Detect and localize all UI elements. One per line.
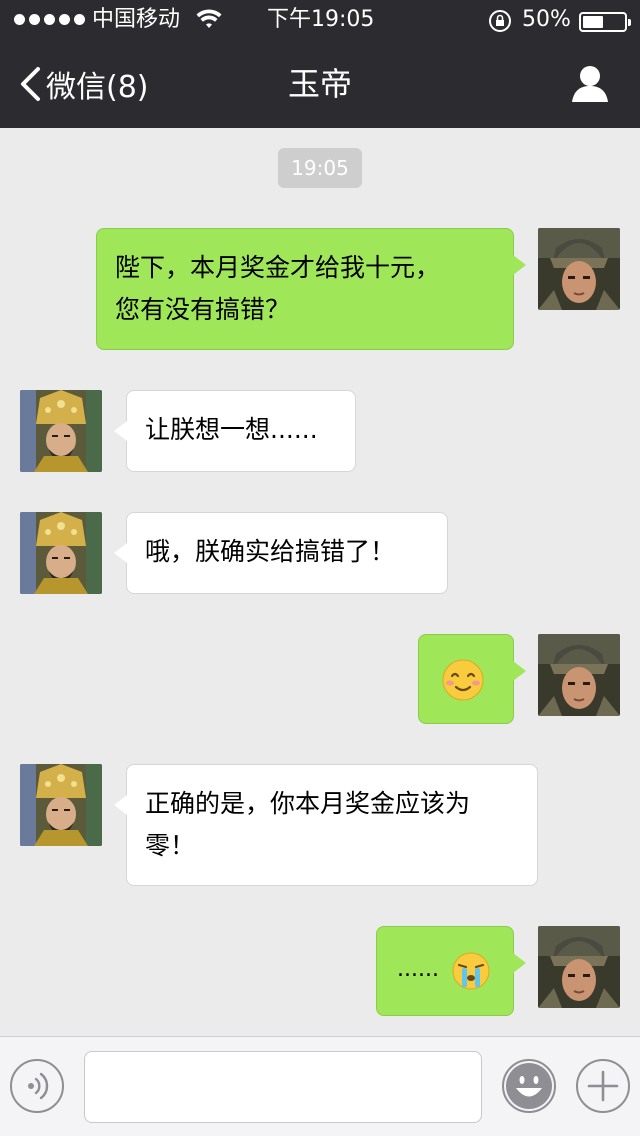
- profile-icon: [572, 66, 608, 102]
- avatar-me[interactable]: [538, 926, 620, 1008]
- message-bubble-incoming[interactable]: 哦，朕确实给搞错了！: [114, 512, 448, 594]
- message-text: 哦，朕确实给搞错了！: [145, 537, 396, 566]
- plus-icon: [587, 1070, 619, 1102]
- header: 中国移动 下午19:05 50% 微信(8) 玉帝: [0, 0, 640, 128]
- message-input[interactable]: [84, 1051, 482, 1123]
- avatar-me[interactable]: [538, 228, 620, 310]
- input-bar: [0, 1036, 640, 1136]
- more-button[interactable]: [576, 1059, 630, 1113]
- avatar-jade-emperor[interactable]: [20, 390, 102, 472]
- profile-button[interactable]: [570, 64, 610, 104]
- signal-strength-icon: [14, 14, 85, 25]
- crying-emoji: [452, 952, 490, 990]
- rotation-lock-icon: [488, 9, 512, 43]
- avatar-me[interactable]: [538, 634, 620, 716]
- message-text: 陛下，本月奖金才给我十元，: [115, 253, 441, 282]
- message-text: 零！: [145, 831, 196, 860]
- voice-icon: [28, 1072, 49, 1100]
- message-bubble-outgoing[interactable]: [418, 634, 526, 724]
- battery-percent: 50%: [522, 7, 571, 32]
- message-bubble-outgoing[interactable]: ......: [376, 926, 526, 1016]
- avatar-jade-emperor[interactable]: [20, 764, 102, 846]
- chat-title: 玉帝: [287, 65, 352, 103]
- voice-button[interactable]: [10, 1059, 64, 1113]
- battery-icon: [579, 12, 631, 32]
- emoji-button[interactable]: [502, 1059, 556, 1113]
- status-time: 下午19:05: [267, 7, 375, 32]
- emoji-icon: [506, 1063, 552, 1109]
- chat-timestamp: 19:05: [278, 148, 362, 188]
- message-bubble-incoming[interactable]: 让朕想一想......: [114, 390, 356, 472]
- message-text: 您有没有搞错？: [115, 295, 291, 324]
- message-text: 正确的是，你本月奖金应该为: [145, 789, 471, 818]
- smile-emoji: [442, 659, 484, 701]
- message-bubble-incoming[interactable]: 正确的是，你本月奖金应该为 零！: [114, 764, 538, 886]
- carrier-label: 中国移动: [92, 7, 181, 32]
- avatar-jade-emperor[interactable]: [20, 512, 102, 594]
- wifi-icon: [196, 8, 222, 40]
- message-text: ......: [397, 957, 439, 982]
- message-text: 让朕想一想......: [145, 415, 318, 444]
- message-bubble-outgoing[interactable]: 陛下，本月奖金才给我十元， 您有没有搞错？: [96, 228, 526, 350]
